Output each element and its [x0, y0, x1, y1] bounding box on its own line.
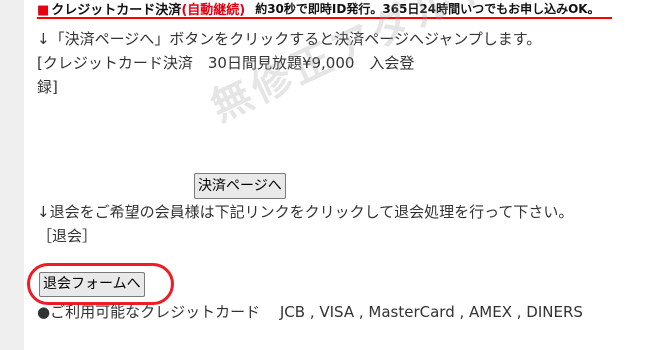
- settle-page-button[interactable]: 決済ページへ: [194, 173, 286, 199]
- square-bullet-icon: ■: [37, 3, 50, 18]
- withdraw-label: ［退会］: [37, 227, 98, 245]
- plan-text-line2: 録]: [37, 78, 58, 96]
- payment-header: ■ クレジットカード決済(自動継続) 約30秒で即時ID発行。365日24時間いつ…: [37, 0, 612, 19]
- header-title: クレジットカード決済: [51, 3, 182, 18]
- accepted-cards-text: ●ご利用可能なクレジットカード JCB , VISA , MasterCard …: [37, 303, 583, 321]
- withdraw-instruction: ↓退会をご希望の会員様は下記リンクをクリックして退会処理を行って下さい。: [37, 203, 574, 221]
- header-title-group: ■ クレジットカード決済(自動継続): [37, 0, 245, 18]
- plan-text-line1: [クレジットカード決済 30日間見放題¥9,000 入会登: [37, 54, 415, 72]
- withdraw-form-button[interactable]: 退会フォームへ: [39, 272, 145, 297]
- left-margin-strip: [0, 0, 24, 350]
- auto-renew-label: (自動継続): [181, 3, 246, 18]
- header-description: 約30秒で即時ID発行。365日24時間いつでもお申し込みOK。: [255, 2, 600, 16]
- jump-instruction: ↓「決済ページへ」ボタンをクリックすると決済ページへジャンプします。: [37, 30, 542, 48]
